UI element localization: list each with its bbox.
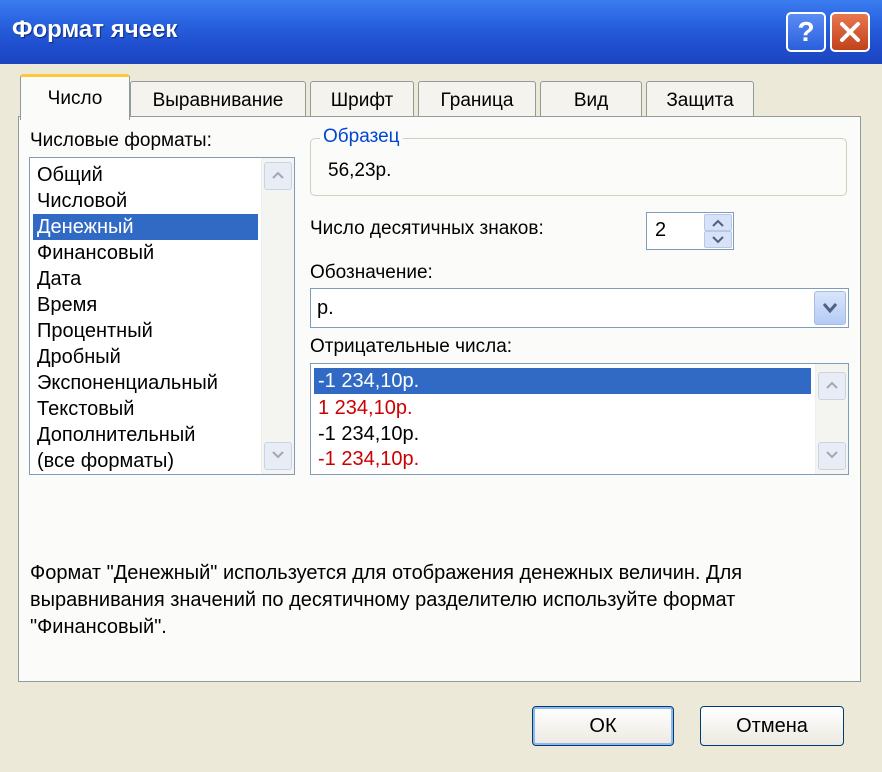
format-description: Формат "Денежный" используется для отобр… bbox=[30, 562, 743, 638]
decimals-increment-button[interactable] bbox=[704, 214, 732, 231]
format-item-percentage[interactable]: Процентный bbox=[33, 318, 258, 344]
format-item-text[interactable]: Текстовый bbox=[33, 396, 258, 422]
decimals-value: 2 bbox=[655, 219, 667, 241]
format-item-currency[interactable]: Денежный bbox=[33, 214, 258, 240]
decimals-decrement-button[interactable] bbox=[704, 231, 732, 248]
help-icon: ? bbox=[797, 16, 815, 47]
tab-alignment[interactable]: Выравнивание bbox=[130, 81, 306, 117]
decimals-stepper[interactable]: 2 bbox=[646, 212, 734, 250]
cancel-button[interactable]: Отмена bbox=[700, 706, 844, 746]
close-button[interactable] bbox=[830, 12, 870, 52]
format-item-accounting[interactable]: Финансовый bbox=[33, 240, 258, 266]
chevron-up-icon bbox=[712, 219, 724, 227]
format-item-scientific[interactable]: Экспоненциальный bbox=[33, 370, 258, 396]
negative-item-3[interactable]: -1 234,10р. bbox=[314, 421, 811, 447]
format-item-date[interactable]: Дата bbox=[33, 266, 258, 292]
close-icon bbox=[840, 22, 860, 42]
tab-number[interactable]: Число bbox=[20, 74, 130, 120]
sample-value: 56,23р. bbox=[328, 160, 392, 181]
negative-label: Отрицательные числа: bbox=[310, 336, 513, 357]
formats-label: Числовые форматы: bbox=[30, 130, 212, 151]
window-title: Формат ячеек bbox=[12, 16, 178, 43]
chevron-down-icon bbox=[272, 451, 284, 459]
format-item-fraction[interactable]: Дробный bbox=[33, 344, 258, 370]
chevron-up-icon bbox=[272, 171, 284, 179]
negative-scroll-down-button[interactable] bbox=[818, 442, 846, 470]
formats-listbox[interactable]: Общий Числовой Денежный Финансовый Дата … bbox=[29, 157, 295, 475]
tab-border[interactable]: Граница bbox=[418, 81, 536, 117]
decimals-label: Число десятичных знаков: bbox=[310, 218, 544, 239]
tab-view[interactable]: Вид bbox=[540, 81, 642, 117]
format-item-time[interactable]: Время bbox=[33, 292, 258, 318]
symbol-value: р. bbox=[317, 297, 334, 319]
decimals-spin-buttons bbox=[704, 214, 732, 248]
help-button[interactable]: ? bbox=[786, 12, 826, 52]
format-item-special[interactable]: Дополнительный bbox=[33, 422, 258, 448]
tab-protection[interactable]: Защита bbox=[646, 81, 754, 117]
negative-listbox[interactable]: -1 234,10р. 1 234,10р. -1 234,10р. -1 23… bbox=[310, 363, 849, 475]
negative-scroll-up-button[interactable] bbox=[818, 372, 846, 400]
format-cells-dialog: Формат ячеек ? Число Выравнивание Шрифт … bbox=[0, 0, 882, 772]
negative-scrollbar[interactable] bbox=[815, 364, 848, 474]
ok-button[interactable]: ОК bbox=[532, 706, 674, 746]
symbol-label: Обозначение: bbox=[310, 262, 433, 283]
chevron-down-icon bbox=[826, 451, 838, 459]
tab-font[interactable]: Шрифт bbox=[310, 81, 414, 117]
format-item-custom[interactable]: (все форматы) bbox=[33, 448, 258, 474]
chevron-down-icon bbox=[712, 236, 724, 244]
chevron-up-icon bbox=[826, 381, 838, 389]
formats-scroll-up-button[interactable] bbox=[264, 162, 292, 190]
formats-scrollbar[interactable] bbox=[261, 158, 294, 474]
format-item-number[interactable]: Числовой bbox=[33, 188, 258, 214]
negative-item-1[interactable]: -1 234,10р. bbox=[314, 368, 811, 394]
title-bar[interactable]: Формат ячеек ? bbox=[0, 0, 882, 64]
negative-item-4[interactable]: -1 234,10р. bbox=[314, 446, 811, 472]
formats-scroll-down-button[interactable] bbox=[264, 442, 292, 470]
negative-item-2[interactable]: 1 234,10р. bbox=[314, 395, 811, 421]
sample-legend: Образец bbox=[320, 126, 403, 148]
symbol-dropdown-button[interactable] bbox=[814, 291, 846, 325]
chevron-down-icon bbox=[822, 303, 838, 314]
symbol-select[interactable]: р. bbox=[310, 288, 849, 328]
format-item-general[interactable]: Общий bbox=[33, 162, 258, 188]
